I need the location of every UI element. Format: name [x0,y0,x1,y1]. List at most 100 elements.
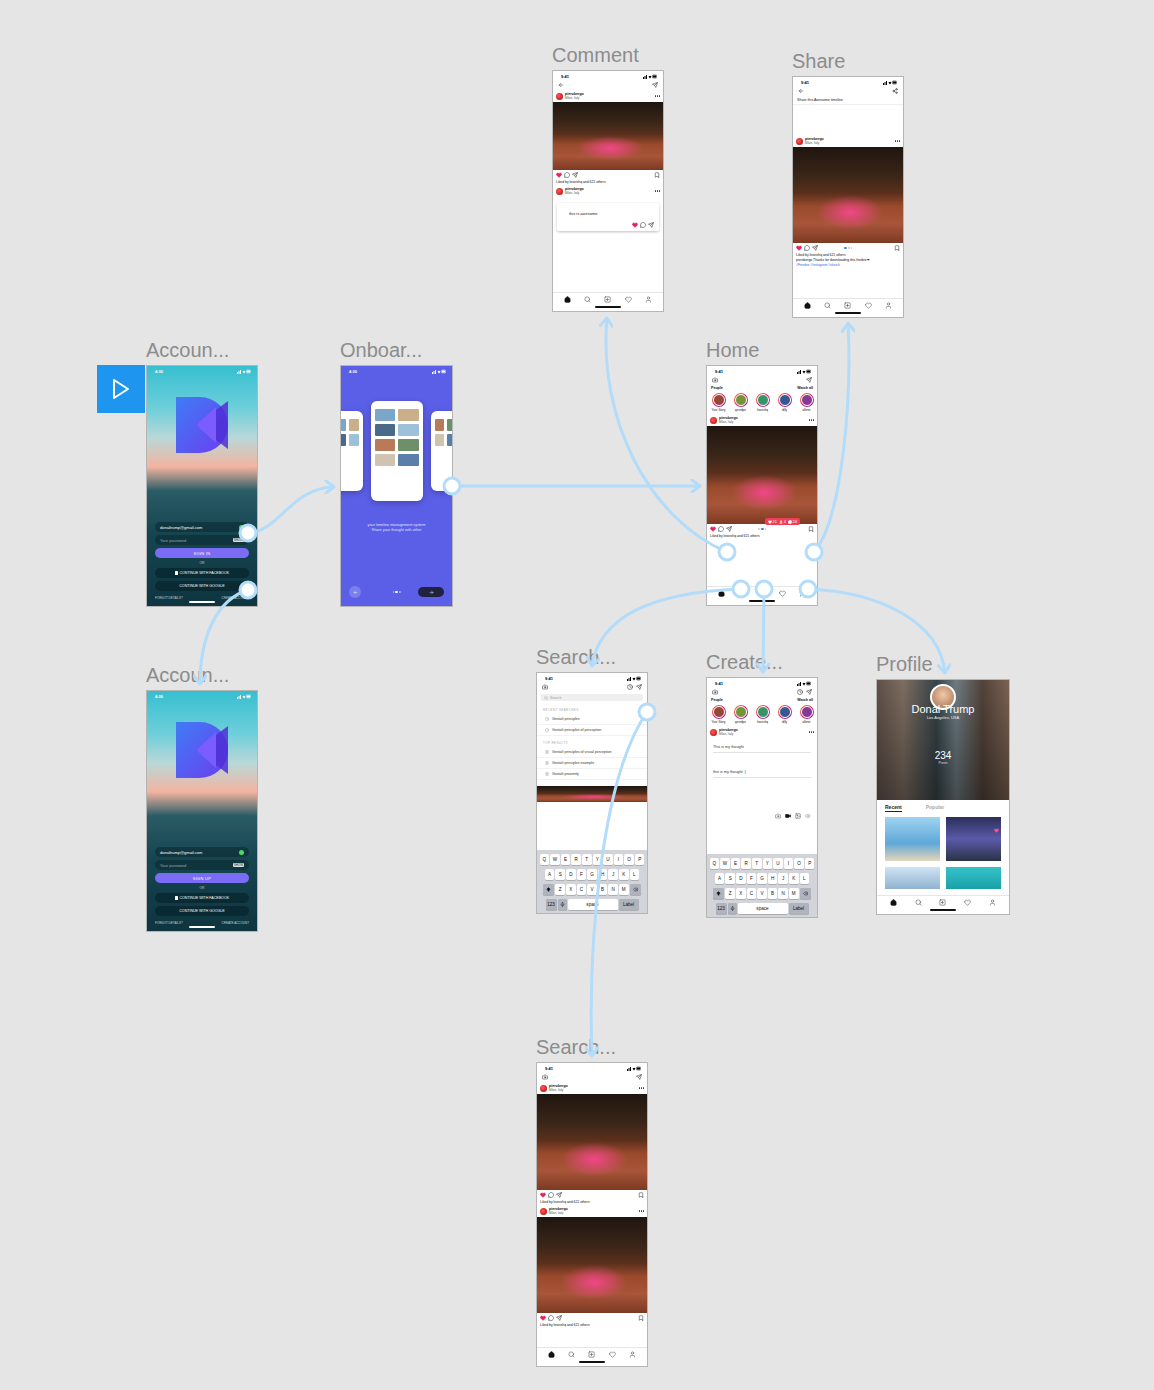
key[interactable]: C [577,884,587,895]
home-icon[interactable] [564,296,571,303]
heart-icon[interactable] [994,828,999,833]
story[interactable]: allene [798,393,815,412]
email-field[interactable]: donaltrump@gmail.com [155,847,249,857]
post-user[interactable]: pierobergo [719,416,807,420]
key[interactable]: Z [725,888,735,899]
thought-input[interactable]: This is my thought [713,744,811,753]
key[interactable]: V [757,888,767,899]
home-icon[interactable] [548,1351,555,1358]
search-icon[interactable] [738,590,745,597]
return-key[interactable]: Label [619,899,639,910]
key[interactable]: G [757,873,767,884]
like-icon[interactable] [796,245,802,251]
send-icon[interactable] [648,222,654,228]
frame[interactable]: Comment9:41pierobergoMilan, ItalyLiked b… [552,44,664,312]
grid-photo[interactable] [885,817,940,861]
user-avatar[interactable] [710,729,717,736]
key[interactable]: J [778,873,788,884]
mic-key[interactable] [728,903,737,914]
delete-key[interactable] [630,884,641,895]
return-key[interactable]: Label [789,903,809,914]
key[interactable]: U [773,858,783,869]
story[interactable]: Your Story [710,393,727,412]
more-icon[interactable] [639,1210,644,1211]
key[interactable]: D [566,869,576,880]
frame[interactable]: Share9:41Share this Awesome timelinepier… [792,50,904,318]
recent-search[interactable]: Gestalt principles of perception [537,725,647,736]
user-avatar[interactable] [710,417,717,424]
post-user[interactable]: pierobergo [565,92,653,96]
share-icon[interactable] [892,88,898,94]
home-icon[interactable] [890,899,897,906]
back-icon[interactable] [798,88,804,94]
show-password-button[interactable]: SHOW [233,538,244,542]
mic-icon[interactable] [730,906,735,911]
frame[interactable]: Search...9:41pierobergoMilan, ItalyLiked… [536,1036,648,1367]
primary-button[interactable]: SIGN IN [155,548,249,558]
shift-icon[interactable] [716,891,721,896]
frame-title[interactable]: Create... [706,651,818,674]
story[interactable]: dilly [776,393,793,412]
bookmark-icon[interactable] [894,245,900,251]
watch-all-link[interactable]: Watch all [797,698,813,702]
create-account-link[interactable]: CREATE ACCOUNT [222,596,249,600]
key[interactable]: S [725,873,735,884]
post-user[interactable]: pierobergo [719,728,807,732]
key[interactable]: E [561,854,571,865]
more-icon[interactable] [655,95,660,96]
create-account-link[interactable]: CREATE ACCOUNT [222,921,249,925]
shift-icon[interactable] [546,887,551,892]
send-icon[interactable] [806,689,812,695]
frame-title[interactable]: Search... [536,1036,648,1059]
forgot-link[interactable]: FORGOT DETAILS? [155,921,183,925]
user-avatar[interactable] [796,138,803,145]
search-icon[interactable] [915,899,922,906]
camera-icon[interactable] [542,684,548,690]
profile-icon[interactable] [645,296,652,303]
like-icon[interactable] [540,1315,546,1321]
profile-tab[interactable]: Recent [885,804,902,812]
hotspot-icon[interactable] [240,525,256,541]
story[interactable]: Your Story [710,705,727,724]
story[interactable]: dilly [776,705,793,724]
profile-icon[interactable] [885,302,892,309]
key[interactable]: D [736,873,746,884]
key[interactable]: X [736,888,746,899]
post-user[interactable]: pierobergo [549,1207,637,1211]
profile-tab[interactable]: Popular [926,804,945,812]
mic-key[interactable] [558,899,567,910]
comment-icon[interactable] [718,526,724,532]
send-icon[interactable] [812,245,818,251]
search-result[interactable]: Gestalt proximity [537,769,647,780]
space-key[interactable]: space [738,903,788,914]
frame[interactable]: Accoun...4:30donaltrump@gmail.comYour pa… [146,664,258,932]
facebook-button[interactable]: CONTINUE WITH FACEBOOK [155,893,249,903]
key[interactable]: H [768,873,778,884]
more-icon[interactable] [809,419,814,420]
user-avatar[interactable] [556,93,563,100]
send-icon[interactable] [806,377,812,383]
next-button[interactable] [418,587,444,597]
heart-icon[interactable] [609,1351,616,1358]
heart-icon[interactable] [625,296,632,303]
key[interactable]: B [768,888,778,899]
frame[interactable]: Create...9:41PeopleWatch allYour Storyge… [706,651,818,918]
show-password-button[interactable]: SHOW [233,863,244,867]
delete-icon[interactable] [803,891,808,896]
more-icon[interactable] [809,731,814,732]
key[interactable]: E [731,858,741,869]
comment-icon[interactable] [548,1192,554,1198]
primary-button[interactable]: SIGN UP [155,873,249,883]
post-user[interactable]: pierobergo [565,187,653,191]
watch-all-link[interactable]: Watch all [797,386,813,390]
camera-icon[interactable] [712,689,718,695]
mic-icon[interactable] [560,902,565,907]
key[interactable]: O [624,854,634,865]
password-field[interactable]: Your passwordSHOW [155,860,249,870]
hotspot-icon[interactable] [733,581,749,597]
send-icon[interactable] [636,684,642,690]
key[interactable]: T [752,858,762,869]
frame-title[interactable]: Accoun... [146,339,258,362]
password-field[interactable]: Your passwordSHOW [155,535,249,545]
shift-key[interactable] [543,884,554,895]
